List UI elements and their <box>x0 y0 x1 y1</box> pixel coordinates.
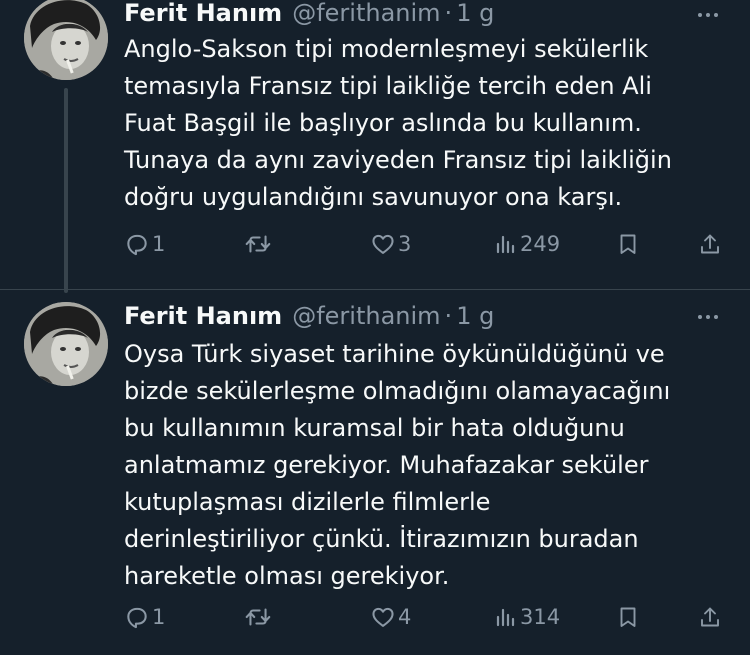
bookmark-icon <box>620 234 636 254</box>
tweet-text-line: Oysa Türk siyaset tarihine öykünüldüğünü… <box>124 340 665 368</box>
tweet-text-line: Tunaya da aynı zaviyeden Fransız tipi la… <box>124 146 672 174</box>
author-name[interactable]: Ferit Hanım <box>124 302 282 330</box>
author-handle[interactable]: @ferithanim <box>292 302 440 330</box>
views-icon <box>496 235 515 254</box>
like-icon <box>372 607 394 627</box>
tweet-header: Ferit Hanım @ferithanim · 1 g <box>124 301 494 331</box>
like-count: 3 <box>398 232 412 256</box>
avatar[interactable] <box>24 302 108 386</box>
tweet-text-line: temasıyla Fransız tipi laikliğe tercih e… <box>124 72 652 100</box>
more-icon[interactable] <box>690 0 726 30</box>
tweet-text-line: anlatmamız gerekiyor. Muhafazakar seküle… <box>124 451 649 479</box>
share-button[interactable] <box>698 229 722 259</box>
bookmark-icon <box>620 607 636 627</box>
tweet-text-line: Anglo-Sakson tipi modernleşmeyi sekülerl… <box>124 35 649 63</box>
retweet-icon <box>245 608 271 626</box>
like-button[interactable]: 3 <box>370 229 411 259</box>
tweet[interactable]: Ferit Hanım @ferithanim · 1 g Anglo-Saks… <box>0 0 750 293</box>
reply-button[interactable]: 1 <box>124 229 165 259</box>
views-button[interactable]: 249 <box>494 229 560 259</box>
bookmark-button[interactable] <box>616 229 640 259</box>
tweet-text-line: doğru uygulandığını savunuyor ona karşı. <box>124 183 623 211</box>
avatar[interactable] <box>24 0 108 80</box>
reply-count: 1 <box>152 605 166 629</box>
reply-count: 1 <box>152 232 166 256</box>
tweet-text-line: bu kullanımın kuramsal bir hata olduğunu <box>124 414 625 442</box>
tweet-text-line: Fuat Başgil ile başlıyor aslında bu kull… <box>124 109 642 137</box>
reply-icon <box>127 607 147 629</box>
action-bar: 1 3 249 <box>124 229 732 259</box>
tweet-text-line: bizde sekülerleşme olmadığını olamayacağ… <box>124 377 671 405</box>
bookmark-button[interactable] <box>616 602 640 632</box>
tweet-text-line: kutuplaşması dizilerle filmlerle <box>124 488 491 516</box>
like-count: 4 <box>398 605 412 629</box>
tweet[interactable]: Ferit Hanım @ferithanim · 1 g Oysa Türk … <box>0 290 750 655</box>
tweet-text-line: derinleştiriliyor çünkü. İtirazımızın bu… <box>124 525 639 553</box>
separator: · <box>444 302 453 330</box>
share-icon <box>701 607 719 627</box>
tweet-text: Anglo-Sakson tipi modernleşmeyi sekülerl… <box>124 31 724 216</box>
reply-button[interactable]: 1 <box>124 602 165 632</box>
reply-icon <box>127 234 147 256</box>
views-button[interactable]: 314 <box>494 602 560 632</box>
view-count: 249 <box>520 232 561 256</box>
view-count: 314 <box>520 605 561 629</box>
retweet-button[interactable] <box>244 229 272 259</box>
author-name[interactable]: Ferit Hanım <box>124 0 282 27</box>
tweet-header: Ferit Hanım @ferithanim · 1 g <box>124 0 494 28</box>
timestamp[interactable]: 1 g <box>456 0 494 27</box>
share-button[interactable] <box>698 602 722 632</box>
tweet-text-line: hareketle olması gerekiyor. <box>124 562 450 590</box>
author-handle[interactable]: @ferithanim <box>292 0 440 27</box>
tweet-text: Oysa Türk siyaset tarihine öykünüldüğünü… <box>124 336 724 595</box>
separator: · <box>444 0 453 27</box>
retweet-button[interactable] <box>244 602 272 632</box>
more-icon[interactable] <box>690 302 726 332</box>
retweet-icon <box>245 235 271 253</box>
views-icon <box>496 608 515 627</box>
share-icon <box>701 234 719 254</box>
timestamp[interactable]: 1 g <box>456 302 494 330</box>
thread-connector <box>64 88 68 293</box>
like-button[interactable]: 4 <box>370 602 411 632</box>
like-icon <box>372 234 394 254</box>
action-bar: 1 4 314 <box>124 602 732 632</box>
